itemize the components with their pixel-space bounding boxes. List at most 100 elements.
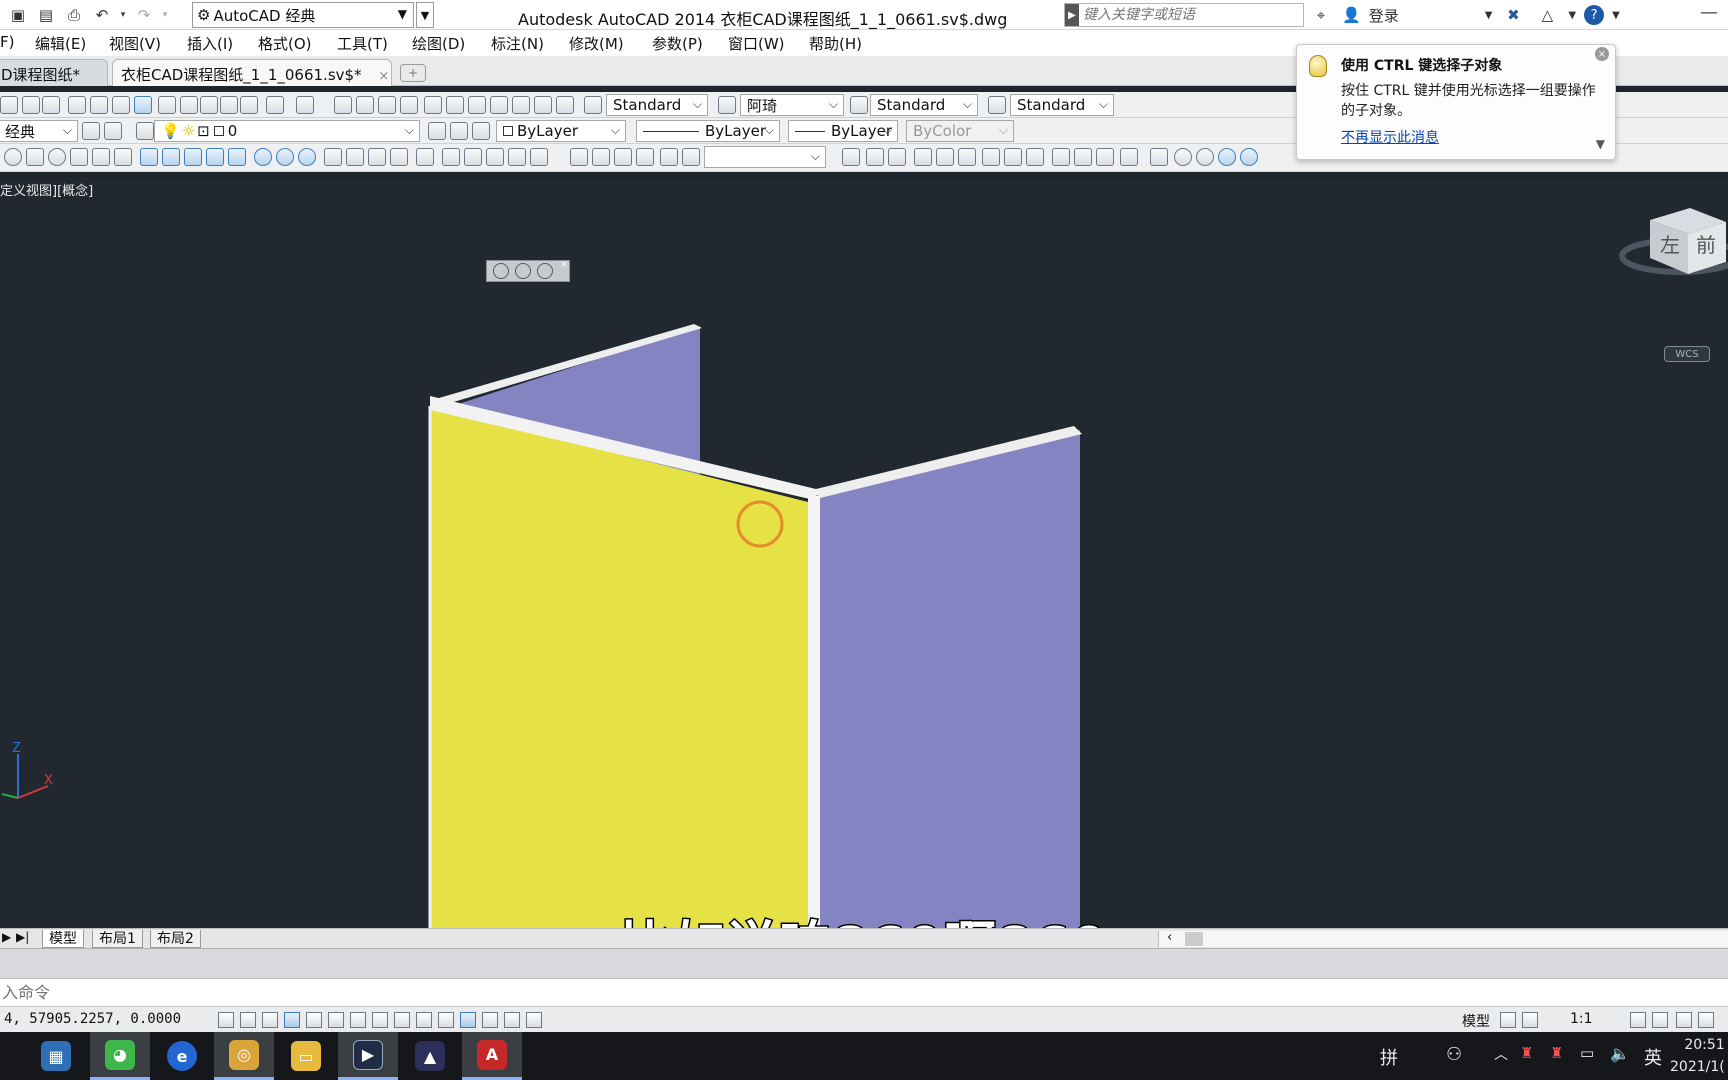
plot-icon[interactable]: ⎙: [62, 3, 86, 27]
text-style-icon[interactable]: [584, 96, 602, 114]
redo-icon[interactable]: [296, 96, 314, 114]
layer-manager-icon[interactable]: [136, 122, 154, 140]
menu-help[interactable]: 帮助(H): [809, 33, 862, 54]
revolve-icon[interactable]: [206, 148, 224, 166]
ucs-zaxis-icon[interactable]: [1004, 148, 1022, 166]
binoculars-icon[interactable]: ⌖: [1308, 6, 1334, 24]
redo-icon[interactable]: ↷: [132, 3, 156, 27]
plotstyle-select[interactable]: ByColor ⌵: [906, 120, 1014, 142]
undo-icon[interactable]: [266, 96, 284, 114]
undo-dropdown-icon[interactable]: ▾: [118, 3, 128, 27]
linetype-select[interactable]: ByLayer ⌵: [636, 120, 780, 142]
tray-app-icon[interactable]: ♜: [1520, 1044, 1533, 1062]
quick-view-drawings-icon[interactable]: [1522, 1012, 1538, 1028]
visual-style-2d-icon[interactable]: [1150, 148, 1168, 166]
cut-icon[interactable]: [158, 96, 176, 114]
intersect-icon[interactable]: [298, 148, 316, 166]
menu-tools[interactable]: 工具(T): [337, 33, 388, 54]
undo-icon[interactable]: ↶: [90, 3, 114, 27]
a360-dropdown-icon[interactable]: ▼: [1568, 10, 1576, 21]
3d-move-icon[interactable]: [324, 148, 342, 166]
horizontal-scrollbar[interactable]: ‹: [1158, 930, 1728, 947]
tab-layout1[interactable]: 布局1: [92, 930, 143, 948]
3d-array-icon[interactable]: [390, 148, 408, 166]
login-dropdown-icon[interactable]: ▼: [1485, 10, 1493, 21]
visual-style-hidden-icon[interactable]: [1196, 148, 1214, 166]
taskbar-wechat[interactable]: ◕: [90, 1032, 150, 1080]
lineweight-select[interactable]: ByLayer ⌵: [788, 120, 898, 142]
annotation-scale-label[interactable]: 1:1: [1570, 1011, 1593, 1027]
login-link[interactable]: 登录: [1369, 5, 1399, 26]
grid-display-icon[interactable]: [262, 1012, 278, 1028]
taskbar-camera[interactable]: ▶: [338, 1032, 398, 1080]
wedge-icon[interactable]: [92, 148, 110, 166]
block-editor-icon[interactable]: [240, 96, 258, 114]
ortho-mode-icon[interactable]: [284, 1012, 300, 1028]
ucs-z-icon[interactable]: [1096, 148, 1114, 166]
se-iso-icon[interactable]: [592, 148, 610, 166]
save-as-icon[interactable]: ▤: [34, 3, 58, 27]
view-left-icon[interactable]: [486, 148, 504, 166]
taskbar-calculator[interactable]: ▦: [26, 1032, 86, 1080]
match-properties-icon[interactable]: [220, 96, 238, 114]
sw-iso-icon[interactable]: [570, 148, 588, 166]
a360-icon[interactable]: △: [1534, 6, 1560, 24]
people-icon[interactable]: ⚇: [1446, 1044, 1462, 1065]
scroll-left-icon[interactable]: ‹: [1167, 930, 1172, 945]
view-top-icon[interactable]: [442, 148, 460, 166]
model-space-label[interactable]: 模型: [1462, 1011, 1490, 1031]
close-icon[interactable]: ×: [1595, 47, 1609, 61]
visual-style-conceptual-icon[interactable]: [1240, 148, 1258, 166]
3d-object-snap-icon[interactable]: [350, 1012, 366, 1028]
right-panel[interactable]: [820, 430, 1080, 928]
ucs-icon[interactable]: [842, 148, 860, 166]
lock-ui-icon[interactable]: [1698, 1012, 1714, 1028]
3d-align-icon[interactable]: [368, 148, 386, 166]
close-icon[interactable]: ×: [378, 69, 389, 84]
layer-state-icon[interactable]: [472, 122, 490, 140]
dynamic-input-icon[interactable]: [416, 1012, 432, 1028]
3d-print-icon[interactable]: [134, 96, 152, 114]
paste-icon[interactable]: [200, 96, 218, 114]
publish-icon[interactable]: [112, 96, 130, 114]
tray-expand-icon[interactable]: ︿: [1494, 1044, 1508, 1064]
menu-file[interactable]: F): [0, 33, 14, 51]
dim-style-select[interactable]: 阿琦 ⌵: [740, 94, 844, 116]
table-style-select[interactable]: Standard ⌵: [870, 94, 978, 116]
sheet-set-icon[interactable]: [490, 96, 508, 114]
help-icon[interactable]: ?: [1584, 5, 1605, 25]
taskbar-file-explorer[interactable]: ▭: [276, 1032, 336, 1080]
make-current-layer-icon[interactable]: [428, 122, 446, 140]
coordinates-readout[interactable]: 4, 57905.2257, 0.0000: [4, 1011, 181, 1027]
quick-properties-icon[interactable]: [482, 1012, 498, 1028]
pan-icon[interactable]: [334, 96, 352, 114]
visual-style-realistic-icon[interactable]: [1218, 148, 1236, 166]
user-icon[interactable]: 👤: [1342, 6, 1361, 24]
chevron-down-icon[interactable]: ▼: [1596, 137, 1605, 151]
ime-mode[interactable]: 拼: [1380, 1044, 1398, 1070]
zoom-window-icon[interactable]: [378, 96, 396, 114]
named-views-icon[interactable]: [682, 148, 700, 166]
tab-nav-last-icon[interactable]: ▶|: [16, 930, 29, 944]
qat-customize-button[interactable]: ▼: [416, 2, 434, 28]
ime-language[interactable]: 英: [1644, 1044, 1662, 1070]
taskbar-app[interactable]: ◎: [214, 1032, 274, 1080]
camera-icon[interactable]: [660, 148, 678, 166]
mleader-style-select[interactable]: Standard ⌵: [1010, 94, 1114, 116]
dynamic-ucs-icon[interactable]: [394, 1012, 410, 1028]
view-select[interactable]: ⌵: [704, 146, 826, 168]
infer-constraints-icon[interactable]: [218, 1012, 234, 1028]
help-icon[interactable]: [556, 96, 574, 114]
zoom-previous-icon[interactable]: [400, 96, 418, 114]
text-style-select[interactable]: Standard ⌵: [606, 94, 708, 116]
redo-dropdown-icon[interactable]: ▾: [160, 3, 170, 27]
object-snap-tracking-icon[interactable]: [372, 1012, 388, 1028]
taskbar-browser[interactable]: e: [152, 1032, 212, 1080]
layer-previous-icon[interactable]: [450, 122, 468, 140]
volume-icon[interactable]: 🔈: [1610, 1044, 1630, 1063]
view-back-icon[interactable]: [530, 148, 548, 166]
markup-icon[interactable]: [512, 96, 530, 114]
tab-nav-first-icon[interactable]: ▶: [2, 930, 11, 944]
view-front-icon[interactable]: [416, 148, 434, 166]
menu-edit[interactable]: 编辑(E): [35, 33, 86, 54]
